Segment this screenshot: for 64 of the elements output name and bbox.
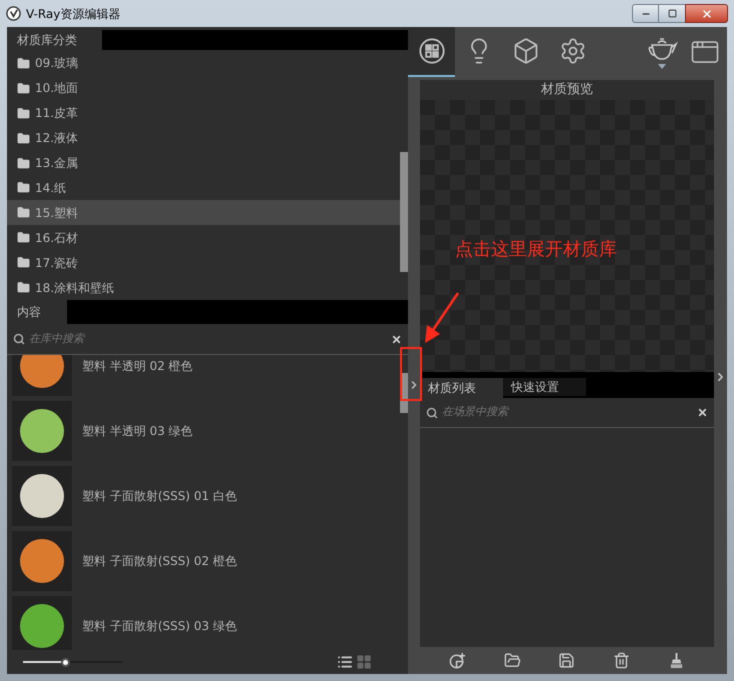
category-item[interactable]: 16.石材 — [7, 225, 400, 250]
material-ball-icon — [418, 37, 446, 65]
panel-tab[interactable]: 快速设置 — [503, 378, 586, 396]
search-icon — [426, 406, 438, 418]
material-item[interactable]: 塑料 子面散射(SSS) 02 橙色 — [7, 528, 400, 593]
highlight-frame — [400, 347, 422, 401]
save-icon — [558, 652, 576, 669]
folder-icon — [17, 181, 30, 194]
folder-icon — [17, 281, 30, 294]
material-item[interactable]: 塑料 子面散射(SSS) 03 绿色 — [7, 593, 400, 650]
new-material-button[interactable] — [448, 652, 466, 669]
open-button[interactable] — [504, 652, 521, 669]
trash-icon — [613, 652, 630, 669]
category-item[interactable]: 11.皮革 — [7, 100, 400, 126]
search-icon — [13, 333, 25, 345]
folder-icon — [17, 231, 30, 244]
folder-icon — [17, 106, 30, 120]
panel-tab[interactable]: 材质列表 — [420, 378, 503, 398]
folder-icon — [17, 82, 30, 95]
minimize-button[interactable] — [632, 4, 659, 23]
category-item[interactable]: 12.液体 — [7, 126, 400, 151]
app-logo-icon — [6, 6, 21, 21]
category-item[interactable]: 15.塑料 — [7, 200, 400, 226]
clear-icon[interactable] — [697, 407, 708, 418]
clear-icon[interactable] — [391, 334, 402, 344]
list-view-button[interactable] — [337, 654, 353, 670]
category-item[interactable]: 18.涂料和壁纸 — [7, 275, 400, 300]
category-item[interactable]: 09.玻璃 — [7, 51, 400, 76]
folder-icon — [17, 132, 30, 145]
search-field[interactable]: 在库中搜索 — [29, 330, 387, 348]
window-title: V-Ray资源编辑器 — [26, 6, 120, 22]
folder-icon — [17, 256, 30, 270]
category-item[interactable]: 13.金属 — [7, 150, 400, 176]
grid-icon — [356, 654, 372, 670]
material-item[interactable]: 塑料 子面散射(SSS) 01 白色 — [7, 463, 400, 528]
folder-icon — [17, 206, 30, 220]
add-material-icon — [448, 652, 466, 669]
category-item[interactable]: 14.纸 — [7, 176, 400, 200]
cube-icon — [512, 37, 540, 65]
folder-icon — [17, 156, 30, 170]
toolbar-tab[interactable] — [408, 27, 455, 77]
close-icon — [700, 8, 712, 20]
category-item[interactable]: 10.地面 — [7, 76, 400, 101]
teapot-icon — [646, 36, 678, 62]
scrollbar-thumb[interactable] — [400, 152, 408, 272]
size-slider[interactable] — [23, 657, 123, 667]
annotation-arrow — [424, 292, 460, 344]
maximize-button[interactable] — [659, 4, 685, 23]
close-button[interactable] — [685, 4, 728, 23]
annotation-text: 点击这里展开材质库 — [455, 238, 617, 262]
folder-open-icon — [504, 652, 521, 669]
material-item[interactable]: 塑料 半透明 03 绿色 — [7, 398, 400, 463]
category-item[interactable]: 17.瓷砖 — [7, 250, 400, 276]
save-button[interactable] — [558, 652, 576, 669]
material-item[interactable]: 塑料 半透明 02 橙色 — [7, 355, 400, 398]
list-icon — [337, 654, 353, 670]
search-field[interactable]: 在场景中搜索 — [442, 404, 693, 421]
maximize-icon — [668, 9, 676, 18]
delete-button[interactable] — [613, 652, 630, 669]
preview-title: 材质预览 — [420, 80, 714, 100]
folder-icon — [17, 56, 30, 70]
gear-icon — [558, 37, 586, 65]
slider-thumb[interactable] — [61, 658, 70, 666]
dropdown-caret-icon — [658, 64, 666, 68]
